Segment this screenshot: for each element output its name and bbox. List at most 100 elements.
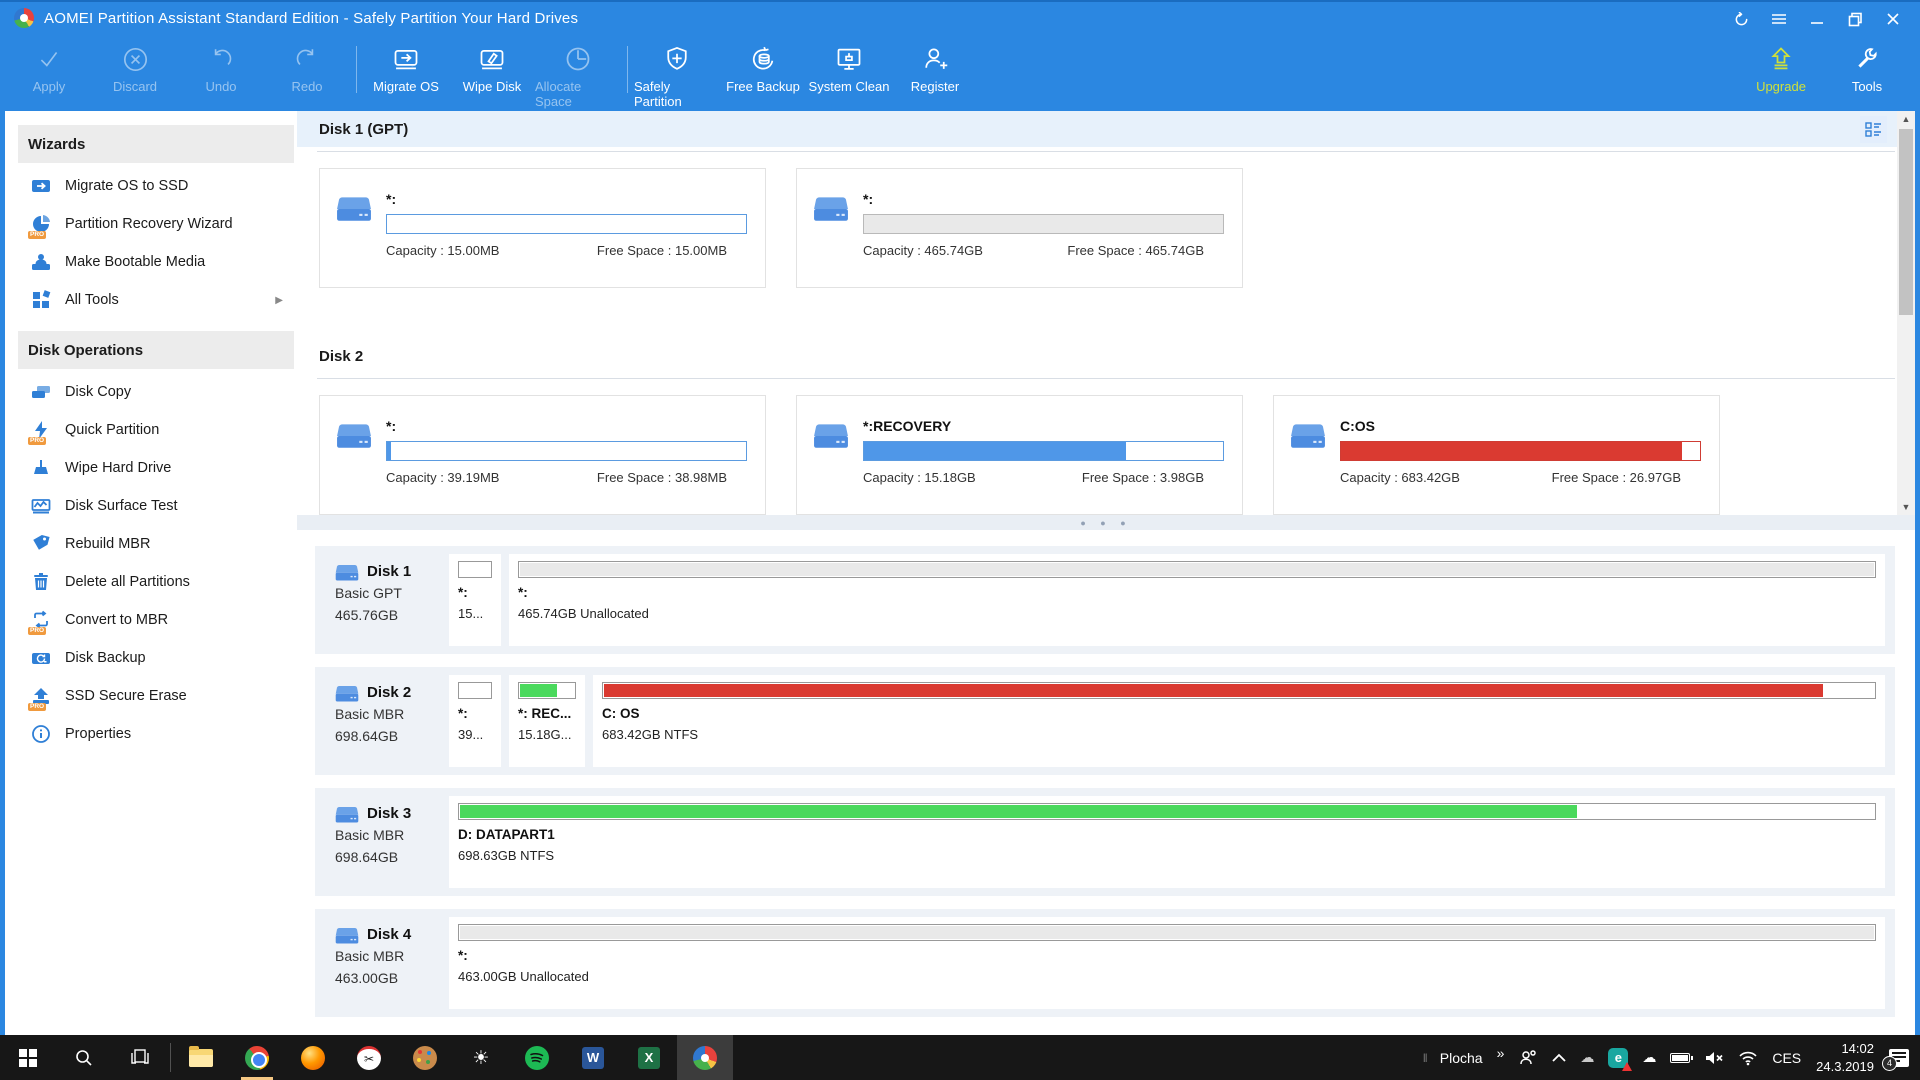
toolbar-overflow-chevron[interactable]: » [1490, 1030, 1512, 1075]
excel-button[interactable]: X [621, 1035, 677, 1080]
partition-cell[interactable]: *: 465.74GB Unallocated [509, 554, 1885, 646]
partition-card[interactable]: C:OS Capacity : 683.42GBFree Space : 26.… [1273, 395, 1720, 515]
search-icon [74, 1048, 94, 1068]
aomei-icon [693, 1046, 717, 1070]
system-clean-button[interactable]: System Clean [806, 34, 892, 111]
sidebar-item-make-bootable-media[interactable]: Make Bootable Media [5, 243, 297, 281]
sidebar-item-migrate-os-to-ssd[interactable]: Migrate OS to SSD [5, 167, 297, 205]
sidebar-item-convert-to-mbr[interactable]: PRO Convert to MBR [5, 601, 297, 639]
sidebar-item-quick-partition[interactable]: PRO Quick Partition [5, 411, 297, 449]
sidebar-item-properties[interactable]: Properties [5, 715, 297, 753]
close-icon[interactable] [1878, 5, 1908, 33]
drive-icon [335, 804, 359, 824]
clock[interactable]: 14:02 24.3.2019 [1808, 1040, 1882, 1075]
word-button[interactable]: W [565, 1035, 621, 1080]
desktop-toolbar-label[interactable]: Plocha [1433, 1035, 1490, 1080]
disk-row-2: Disk 2 Basic MBR 698.64GB *: 39... *: RE… [315, 667, 1895, 775]
word-icon: W [582, 1047, 604, 1069]
sidebar-item-partition-recovery-wizard[interactable]: PRO Partition Recovery Wizard [5, 205, 297, 243]
sidebar-item-disk-copy[interactable]: Disk Copy [5, 373, 297, 411]
flux-button[interactable]: ☀ [453, 1035, 509, 1080]
undo-button[interactable]: Undo [178, 34, 264, 111]
sidebar-item-all-tools[interactable]: All Tools ▶ [5, 281, 297, 319]
toolbar-grip[interactable]: ‖ [1419, 1051, 1433, 1065]
chrome-button[interactable] [229, 1035, 285, 1080]
partition-card[interactable]: *: Capacity : 465.74GBFree Space : 465.7… [796, 168, 1243, 288]
wipe-disk-button[interactable]: Wipe Disk [449, 34, 535, 111]
scroll-up-icon[interactable]: ▲ [1897, 111, 1915, 127]
free-backup-button[interactable]: Free Backup [720, 34, 806, 111]
window-title: AOMEI Partition Assistant Standard Editi… [44, 10, 578, 27]
minimize-icon[interactable] [1802, 5, 1832, 33]
sidebar-item-disk-backup[interactable]: Disk Backup [5, 639, 297, 677]
drive-icon [813, 420, 849, 450]
disk-group-header[interactable]: Disk 1 (GPT) [297, 111, 1915, 147]
tools-button[interactable]: Tools [1824, 34, 1910, 111]
sidebar-item-delete-all-partitions[interactable]: Delete all Partitions [5, 563, 297, 601]
partition-card[interactable]: *: Capacity : 15.00MBFree Space : 15.00M… [319, 168, 766, 288]
redo-button[interactable]: Redo [264, 34, 350, 111]
safely-partition-button[interactable]: Safely Partition [634, 34, 720, 111]
partition-cell[interactable]: *: 15... [449, 554, 501, 646]
partition-card[interactable]: *: Capacity : 39.19MBFree Space : 38.98M… [319, 395, 766, 515]
partition-cell[interactable]: *: 39... [449, 675, 501, 767]
action-center-button[interactable]: 4 [1882, 1035, 1916, 1080]
upgrade-button[interactable]: Upgrade [1738, 34, 1824, 111]
register-button[interactable]: Register [892, 34, 978, 111]
view-toggle-button[interactable] [1860, 116, 1887, 143]
start-button[interactable] [0, 1035, 56, 1080]
scroll-down-icon[interactable]: ▼ [1897, 499, 1915, 515]
refresh-icon[interactable] [1726, 5, 1756, 33]
apply-button[interactable]: Apply [6, 34, 92, 111]
migrate-os-button[interactable]: Migrate OS [363, 34, 449, 111]
task-view-button[interactable] [112, 1035, 168, 1080]
undo-arrow-icon [208, 43, 234, 75]
windows-taskbar: ✂ ☀ W X ‖ Plocha » ☁ e ☁ CES 14:02 24.3.… [0, 1035, 1920, 1080]
partition-cell[interactable]: C: OS 683.42GB NTFS [593, 675, 1885, 767]
language-indicator[interactable]: CES [1765, 1035, 1808, 1080]
onedrive-icon[interactable]: ☁ [1635, 1035, 1663, 1080]
sidebar-item-ssd-secure-erase[interactable]: PRO SSD Secure Erase [5, 677, 297, 715]
partition-card[interactable]: *:RECOVERY Capacity : 15.18GBFree Space … [796, 395, 1243, 515]
search-button[interactable] [56, 1035, 112, 1080]
eset-icon: e [1608, 1048, 1628, 1068]
sidebar-item-wipe-hard-drive[interactable]: Wipe Hard Drive [5, 449, 297, 487]
discard-button[interactable]: Discard [92, 34, 178, 111]
people-button[interactable] [1511, 1035, 1545, 1080]
disk-backup-icon [30, 647, 52, 669]
app-logo-icon [14, 8, 34, 28]
cloud-sync-icon[interactable]: ☁ [1573, 1035, 1601, 1080]
battery-button[interactable] [1663, 1035, 1697, 1080]
disk-info[interactable]: Disk 2 Basic MBR 698.64GB [315, 667, 449, 775]
aomei-taskbar-button[interactable] [677, 1035, 733, 1080]
notification-badge: 4 [1882, 1056, 1897, 1071]
paint-app-button[interactable] [397, 1035, 453, 1080]
drive-icon [336, 193, 372, 223]
maximize-icon[interactable] [1840, 5, 1870, 33]
eset-tray-button[interactable]: e [1601, 1035, 1635, 1080]
partition-cell[interactable]: *: 463.00GB Unallocated [449, 917, 1885, 1009]
show-hidden-icons-button[interactable] [1545, 1035, 1573, 1080]
firefox-button[interactable] [285, 1035, 341, 1080]
disk-info[interactable]: Disk 1 Basic GPT 465.76GB [315, 546, 449, 654]
vertical-scrollbar[interactable]: ▲ ▼ [1897, 111, 1915, 515]
allocate-space-button[interactable]: Allocate Space [535, 34, 621, 111]
sidebar-item-rebuild-mbr[interactable]: Rebuild MBR [5, 525, 297, 563]
disk-info[interactable]: Disk 3 Basic MBR 698.64GB [315, 788, 449, 896]
partition-cell[interactable]: *: REC... 15.18G... [509, 675, 585, 767]
scrollbar-thumb[interactable] [1899, 129, 1913, 315]
menu-icon[interactable] [1764, 5, 1794, 33]
volume-button[interactable] [1697, 1035, 1731, 1080]
spotify-button[interactable] [509, 1035, 565, 1080]
disk-info[interactable]: Disk 4 Basic MBR 463.00GB [315, 909, 449, 1017]
tag-icon [30, 533, 52, 555]
wifi-button[interactable] [1731, 1035, 1765, 1080]
main-panel: Disk 1 (GPT) *: Capacity : 15.00MBFree S… [297, 111, 1915, 1035]
file-explorer-button[interactable] [173, 1035, 229, 1080]
spotify-icon [525, 1046, 549, 1070]
sidebar-item-disk-surface-test[interactable]: Disk Surface Test [5, 487, 297, 525]
screenpresso-button[interactable]: ✂ [341, 1035, 397, 1080]
partition-cell[interactable]: D: DATAPART1 698.63GB NTFS [449, 796, 1885, 888]
disk-group-header[interactable]: Disk 2 [297, 338, 1915, 374]
panel-splitter[interactable]: ● ● ● [297, 515, 1915, 530]
